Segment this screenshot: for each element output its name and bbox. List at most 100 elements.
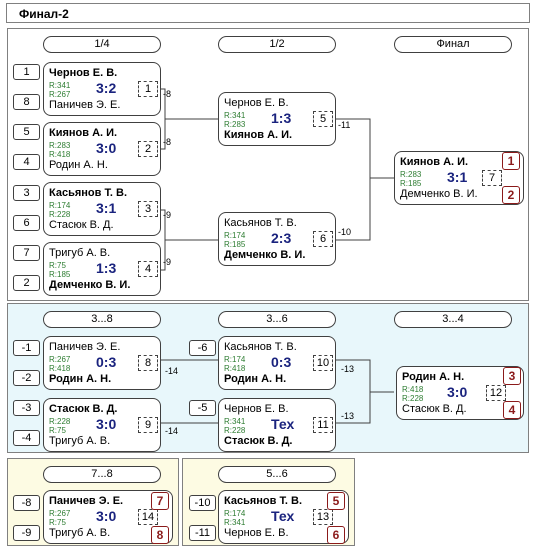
match-card[interactable]: Касьянов Т. В. R:174 R:418 0:3 Родин А. … (218, 336, 336, 390)
loser-ref-box: -1 (13, 340, 40, 356)
match-card[interactable]: Паничев Э. Е. R:267 R:75 3:0 Тригуб А. В… (43, 490, 173, 544)
player-2-rating: R:418 (49, 150, 71, 159)
match-card[interactable]: Киянов А. И. R:283 R:418 3:0 Родин А. Н.… (43, 122, 161, 176)
loser-ref-box: -6 (189, 340, 216, 356)
loser-destination: -8 (163, 89, 172, 99)
match-number: 4 (138, 261, 158, 277)
match-number: 8 (138, 355, 158, 371)
match-card[interactable]: Киянов А. И. R:283 R:185 3:1 Демченко В.… (394, 151, 524, 205)
player-2-name: Стасюк В. Д. (49, 219, 114, 231)
round-header-quarterfinal: 1/4 (43, 36, 161, 53)
loser-destination: -14 (165, 366, 179, 376)
player-2-name: Демченко В. И. (49, 279, 131, 291)
loser-ref-box: -3 (13, 400, 40, 416)
player-1-rating: R:174 (49, 201, 71, 210)
player-1-name: Стасюк В. Д. (49, 403, 118, 415)
match-number: 6 (313, 231, 333, 247)
player-1-rating: R:228 (49, 417, 71, 426)
match-number: 10 (313, 355, 333, 371)
loser-ref-box: -4 (13, 430, 40, 446)
player-2-rating: R:185 (400, 179, 422, 188)
player-2-rating: R:228 (49, 210, 71, 219)
match-number: 13 (313, 509, 333, 525)
place-badge-5: 5 (327, 492, 345, 510)
player-2-name: Родин А. Н. (49, 373, 112, 385)
match-score: 0:3 (96, 354, 117, 370)
seed-box: 3 (13, 185, 40, 201)
loser-ref-box: -8 (13, 495, 40, 511)
round-header-3-8: 3...8 (43, 311, 161, 328)
round-header-7-8: 7...8 (43, 466, 161, 483)
bracket-window: Финал-2 1/4 1/2 Финал 3...8 3...6 3...4 … (0, 0, 536, 546)
player-2-name: Стасюк В. Д. (402, 403, 467, 415)
loser-ref-box: -9 (13, 525, 40, 541)
player-2-rating: R:228 (224, 426, 246, 435)
player-1-rating: R:341 (49, 81, 71, 90)
player-2-name: Демченко В. И. (224, 249, 306, 261)
round-header-3-6: 3...6 (218, 311, 336, 328)
loser-destination: -11 (338, 120, 351, 130)
player-1-name: Чернов Е. В. (224, 97, 289, 109)
player-2-name: Тригуб А. В. (49, 527, 111, 539)
match-card[interactable]: Стасюк В. Д. R:228 R:75 3:0 Тригуб А. В.… (43, 398, 161, 452)
match-number: 12 (486, 385, 506, 401)
match-score: 3:0 (96, 140, 117, 156)
seed-box: 5 (13, 124, 40, 140)
match-score: 3:0 (96, 416, 117, 432)
player-2-rating: R:341 (224, 518, 246, 527)
match-number: 5 (313, 111, 333, 127)
place-badge-6: 6 (327, 526, 345, 544)
match-score: 2:3 (271, 230, 292, 246)
player-2-rating: R:267 (49, 90, 71, 99)
match-score: 3:2 (96, 80, 117, 96)
match-card[interactable]: Чернов Е. В. R:341 R:228 Тех Стасюк В. Д… (218, 398, 336, 452)
match-card[interactable]: Тригуб А. В. R:75 R:185 1:3 Демченко В. … (43, 242, 161, 296)
match-number: 9 (138, 417, 158, 433)
player-1-rating: R:267 (49, 355, 71, 364)
match-card[interactable]: Родин А. Н. R:418 R:228 3:0 Стасюк В. Д.… (396, 366, 524, 420)
player-1-name: Паничев Э. Е. (49, 341, 121, 353)
player-2-rating: R:228 (402, 394, 424, 403)
player-1-name: Чернов Е. В. (224, 403, 289, 415)
place-badge-4: 4 (503, 401, 521, 419)
player-2-rating: R:418 (49, 364, 71, 373)
loser-destination: -14 (165, 426, 179, 436)
match-card[interactable]: Чернов Е. В. R:341 R:267 3:2 Паничев Э. … (43, 62, 161, 116)
match-card[interactable]: Паничев Э. Е. R:267 R:418 0:3 Родин А. Н… (43, 336, 161, 390)
player-2-name: Паничев Э. Е. (49, 99, 121, 111)
match-card[interactable]: Чернов Е. В. R:341 R:283 1:3 Киянов А. И… (218, 92, 336, 146)
player-2-name: Киянов А. И. (224, 129, 293, 141)
player-2-name: Родин А. Н. (49, 159, 108, 171)
match-score: 1:3 (271, 110, 292, 126)
match-score: 3:1 (447, 169, 468, 185)
player-1-rating: R:267 (49, 509, 71, 518)
loser-ref-box: -2 (13, 370, 40, 386)
player-2-rating: R:75 (49, 426, 66, 435)
player-2-rating: R:185 (49, 270, 71, 279)
match-card[interactable]: Касьянов Т. В. R:174 R:185 2:3 Демченко … (218, 212, 336, 266)
place-badge-3: 3 (503, 367, 521, 385)
place-badge-2: 2 (502, 186, 520, 204)
player-2-name: Тригуб А. В. (49, 435, 111, 447)
match-card[interactable]: Касьянов Т. В. R:174 R:341 Тех Чернов Е.… (218, 490, 349, 544)
player-1-name: Родин А. Н. (402, 371, 465, 383)
player-1-name: Киянов А. И. (49, 127, 118, 139)
place-badge-8: 8 (151, 526, 169, 544)
match-score: 0:3 (271, 354, 292, 370)
place-badge-1: 1 (502, 152, 520, 170)
seed-box: 1 (13, 64, 40, 80)
player-2-name: Чернов Е. В. (224, 527, 289, 539)
match-card[interactable]: Касьянов Т. В. R:174 R:228 3:1 Стасюк В.… (43, 182, 161, 236)
seed-box: 6 (13, 215, 40, 231)
round-header-final: Финал (394, 36, 512, 53)
player-1-rating: R:341 (224, 417, 246, 426)
loser-destination: -13 (341, 364, 355, 374)
player-1-rating: R:174 (224, 231, 246, 240)
loser-destination: -9 (163, 257, 172, 267)
match-number: 7 (482, 170, 502, 186)
player-2-rating: R:283 (224, 120, 246, 129)
place-badge-7: 7 (151, 492, 169, 510)
player-1-rating: R:418 (402, 385, 424, 394)
match-number: 14 (138, 509, 158, 525)
round-header-5-6: 5...6 (218, 466, 336, 483)
